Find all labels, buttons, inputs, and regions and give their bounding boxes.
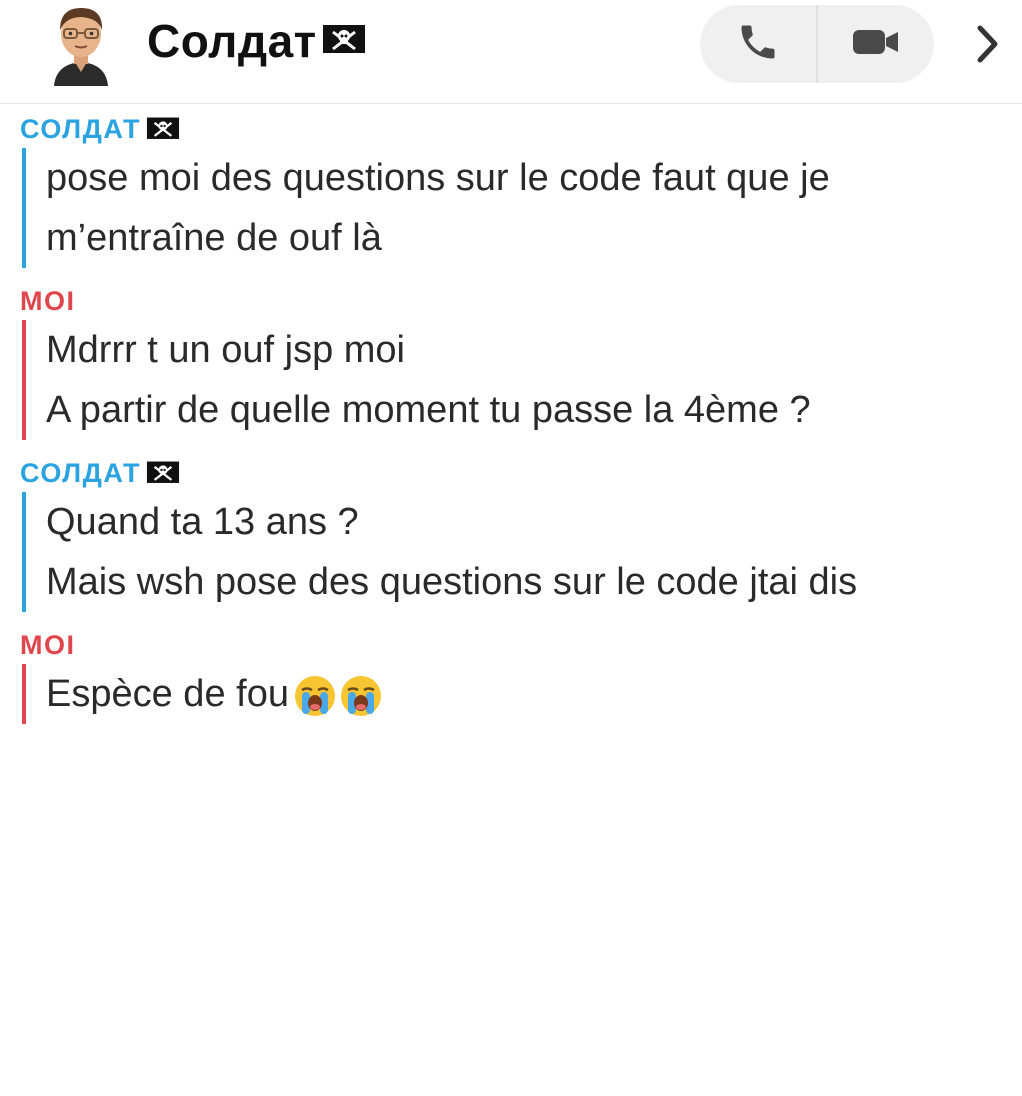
chat-title-text: Солдат	[147, 15, 317, 67]
message-block[interactable]: Mdrrr t un ouf jsp moi A partir de quell…	[22, 320, 1022, 440]
message-group: СОЛДАТ pose moi des questions sur le cod…	[0, 110, 1022, 268]
chat-title[interactable]: Солдат	[147, 14, 367, 68]
video-call-button[interactable]	[818, 5, 934, 83]
message-group: СОЛДАТ Quand ta 13 ans ? Mais wsh pose d…	[0, 454, 1022, 612]
message-line: Mdrrr t un ouf jsp moi	[46, 329, 405, 371]
message-line: pose moi des questions sur le code faut …	[46, 157, 830, 199]
message-line: A partir de quelle moment tu passe la 4è…	[46, 389, 811, 431]
sender-name: СОЛДАТ	[20, 457, 141, 488]
message-line: Mais wsh pose des questions sur le code …	[46, 561, 858, 603]
sender-label: СОЛДАТ	[20, 110, 1022, 148]
chat-header: Солдат	[0, 0, 1022, 104]
loudly-crying-face-icon	[294, 675, 335, 716]
call-actions	[700, 5, 934, 83]
message-line: m’entraîne de ouf là	[46, 217, 382, 259]
message-group: MOI Mdrrr t un ouf jsp moi A partir de q…	[0, 282, 1022, 440]
emoji-group	[291, 674, 383, 718]
loudly-crying-face-icon	[340, 675, 381, 716]
sender-label: MOI	[20, 282, 1022, 320]
video-camera-icon	[851, 24, 901, 65]
message-block[interactable]: Espèce de fou	[22, 664, 1022, 724]
message-block[interactable]: pose moi des questions sur le code faut …	[22, 148, 1022, 268]
message-block[interactable]: Quand ta 13 ans ? Mais wsh pose des ques…	[22, 492, 1022, 612]
sender-label: MOI	[20, 626, 1022, 664]
pirate-flag-icon	[145, 460, 181, 486]
message-line: Espèce de fou	[46, 664, 1022, 724]
voice-call-button[interactable]	[700, 5, 816, 83]
message-group: MOI Espèce de fou	[0, 626, 1022, 724]
sender-name: MOI	[20, 285, 76, 316]
bitmoji-avatar-icon[interactable]	[48, 2, 114, 86]
pirate-flag-icon	[145, 116, 181, 142]
sender-name: MOI	[20, 629, 76, 660]
message-list: СОЛДАТ pose moi des questions sur le cod…	[0, 110, 1022, 738]
phone-icon	[736, 20, 780, 69]
sender-name: СОЛДАТ	[20, 113, 141, 144]
message-text: Espèce de fou	[46, 673, 289, 715]
chevron-right-icon[interactable]	[968, 20, 1008, 68]
message-line: Quand ta 13 ans ?	[46, 501, 359, 543]
sender-label: СОЛДАТ	[20, 454, 1022, 492]
pirate-flag-icon	[321, 14, 367, 68]
